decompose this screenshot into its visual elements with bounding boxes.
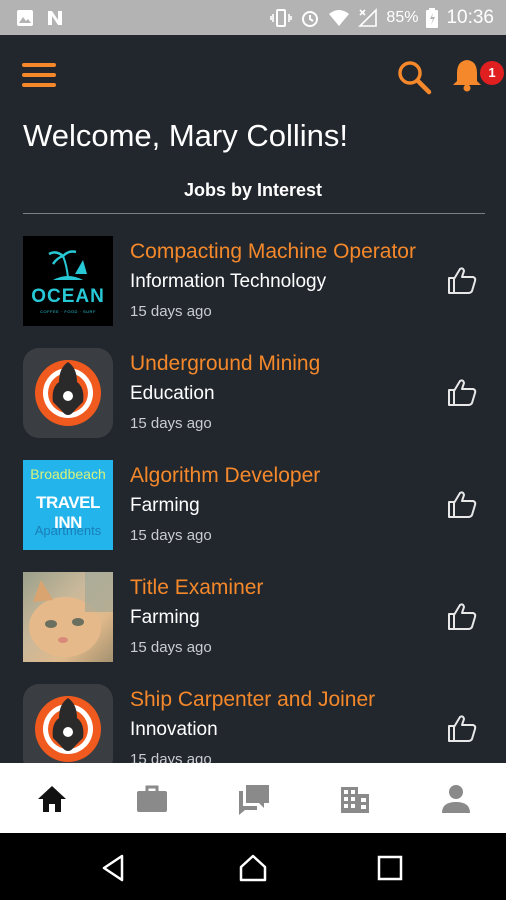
notification-badge[interactable]: 1 <box>480 61 504 85</box>
thumbs-up-icon[interactable] <box>446 488 478 520</box>
search-icon[interactable] <box>396 59 432 95</box>
job-category: Education <box>130 383 215 404</box>
menu-icon-bar <box>22 83 56 87</box>
broadbeach-logo: Broadbeach TRAVEL INN Apartments <box>23 460 113 550</box>
logo-text: OCEAN <box>31 286 105 307</box>
job-posted-time: 15 days ago <box>130 751 212 763</box>
signal-icon <box>358 7 378 27</box>
job-category: Farming <box>130 495 200 516</box>
job-category: Farming <box>130 607 200 628</box>
app-header <box>0 35 506 115</box>
image-icon <box>17 9 33 26</box>
building-icon[interactable] <box>337 781 373 817</box>
thumbs-up-icon[interactable] <box>446 264 478 296</box>
palm-island-icon <box>48 250 87 280</box>
app-logo-icon <box>23 684 113 763</box>
recents-icon[interactable] <box>375 853 405 883</box>
menu-icon-bar <box>22 63 56 67</box>
ocean-logo: OCEAN COFFEE · FOOD · SURF <box>23 236 113 326</box>
job-posted-time: 15 days ago <box>130 527 212 544</box>
vibrate-icon <box>270 8 293 27</box>
job-category: Information Technology <box>130 271 327 292</box>
job-title[interactable]: Algorithm Developer <box>130 464 320 488</box>
bottom-nav <box>0 763 506 833</box>
logo-line: Broadbeach <box>30 466 106 482</box>
job-card[interactable]: Ship Carpenter and Joiner Innovation 15 … <box>0 662 506 763</box>
n-icon <box>48 10 62 25</box>
job-posted-time: 15 days ago <box>130 415 212 432</box>
job-card[interactable]: Title Examiner Farming 15 days ago <box>0 550 506 662</box>
profile-icon[interactable] <box>438 781 474 817</box>
section-title: Jobs by Interest <box>183 180 323 200</box>
app-logo-icon <box>23 348 113 438</box>
app-logo <box>23 348 113 438</box>
job-title[interactable]: Ship Carpenter and Joiner <box>130 688 375 712</box>
cat-face-icon <box>29 572 113 657</box>
logo-line: Apartments <box>34 523 102 538</box>
app-logo <box>23 684 113 763</box>
job-title[interactable]: Underground Mining <box>130 352 320 376</box>
job-title[interactable]: Title Examiner <box>130 576 263 600</box>
status-bar: 85% 10:36 <box>0 0 506 35</box>
job-title[interactable]: Compacting Machine Operator <box>130 240 416 264</box>
thumbs-up-icon[interactable] <box>446 600 478 632</box>
job-posted-time: 15 days ago <box>130 303 212 320</box>
system-nav-bar <box>0 833 506 900</box>
home-icon[interactable] <box>34 781 70 817</box>
welcome-heading: Welcome, Mary Collins! <box>23 118 349 153</box>
job-posted-time: 15 days ago <box>130 639 212 656</box>
chat-icon[interactable] <box>236 781 272 817</box>
logo-subtext: COFFEE · FOOD · SURF <box>40 309 96 314</box>
menu-button[interactable] <box>22 63 56 89</box>
job-card[interactable]: OCEAN COFFEE · FOOD · SURF Compacting Ma… <box>0 214 506 326</box>
briefcase-icon[interactable] <box>134 781 170 817</box>
cat-photo <box>23 572 113 662</box>
thumbs-up-icon[interactable] <box>446 376 478 408</box>
wifi-icon <box>329 9 350 26</box>
clock: 10:36 <box>446 6 494 28</box>
job-card[interactable]: Broadbeach TRAVEL INN Apartments Algorit… <box>0 438 506 550</box>
battery-icon <box>426 7 439 28</box>
home-circle-icon[interactable] <box>238 853 268 883</box>
menu-icon-bar <box>22 73 56 77</box>
thumbs-up-icon[interactable] <box>446 712 478 744</box>
back-icon[interactable] <box>98 853 128 883</box>
battery-percent: 85% <box>386 8 419 26</box>
job-card[interactable]: Underground Mining Education 15 days ago <box>0 326 506 438</box>
job-list[interactable]: OCEAN COFFEE · FOOD · SURF Compacting Ma… <box>0 214 506 763</box>
bell-icon[interactable] <box>450 57 484 93</box>
alarm-icon <box>302 10 319 27</box>
job-category: Innovation <box>130 719 218 740</box>
